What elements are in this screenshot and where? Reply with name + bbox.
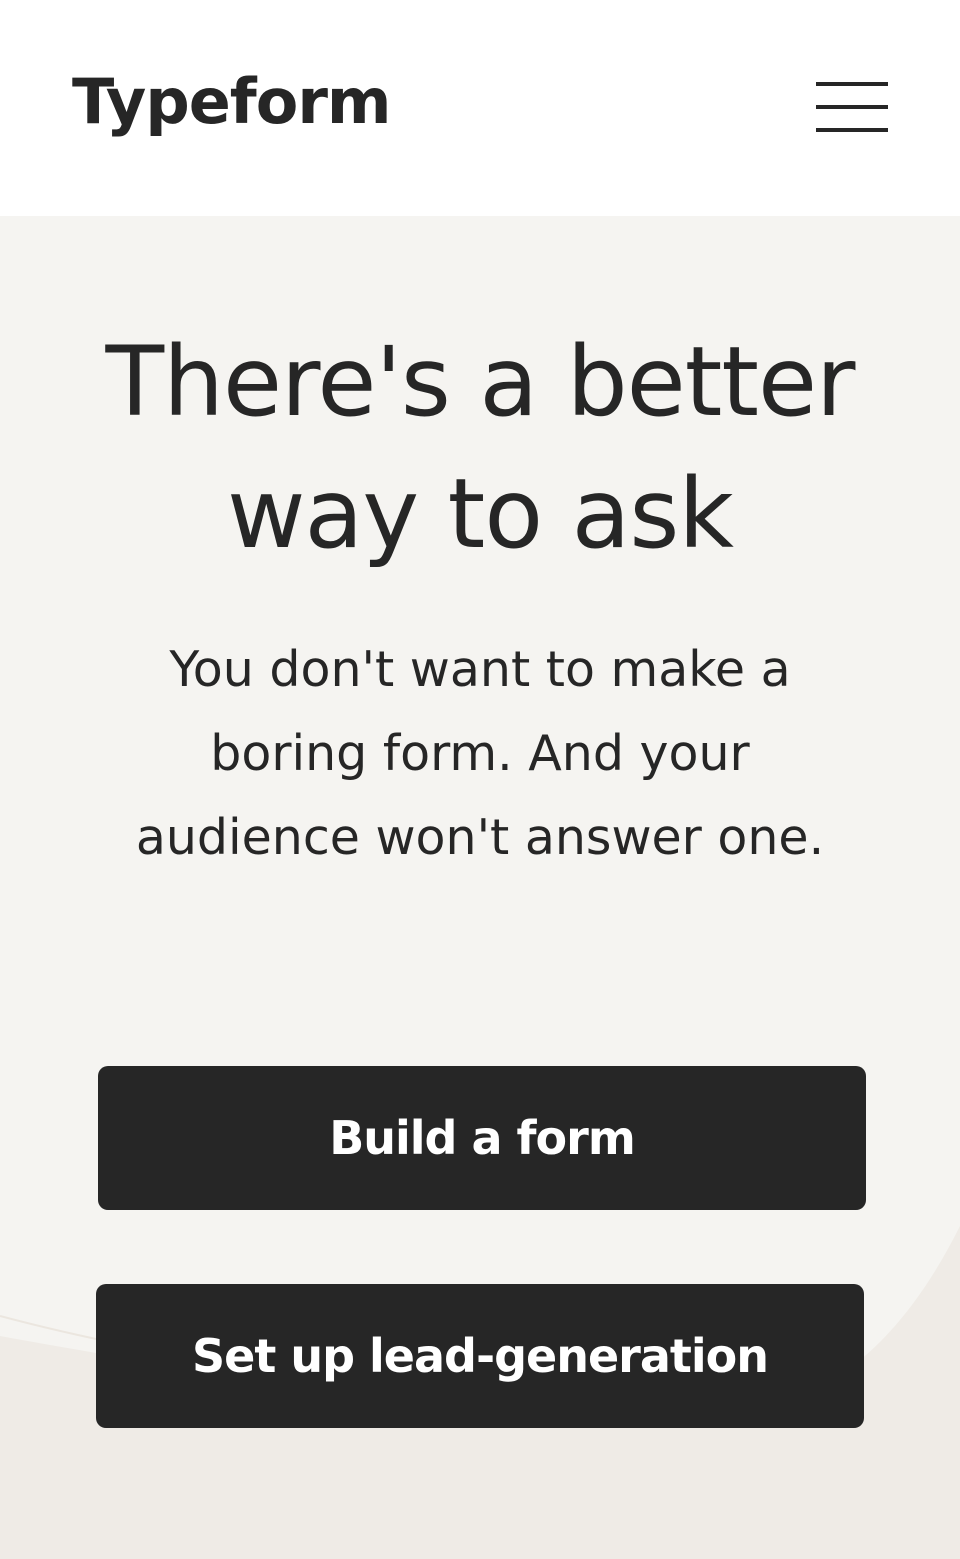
set-up-lead-generation-label: Set up lead-generation [192, 1329, 769, 1383]
menu-bar-top [816, 82, 888, 86]
menu-bar-middle [816, 105, 888, 109]
hero-headline: There's a better way to ask [105, 326, 855, 570]
set-up-lead-generation-button[interactable]: Set up lead-generation [96, 1284, 864, 1428]
hamburger-menu-icon[interactable] [812, 78, 892, 138]
typeform-logo[interactable]: Typeform [72, 62, 392, 142]
site-header: Typeform [0, 0, 960, 216]
hero-subtext: You don't want to make a boring form. An… [135, 641, 825, 866]
build-a-form-button[interactable]: Build a form [98, 1066, 866, 1210]
hero-section: There's a better way to ask You don't wa… [0, 216, 960, 1559]
menu-bar-bottom [816, 128, 888, 132]
build-a-form-label: Build a form [329, 1111, 636, 1165]
